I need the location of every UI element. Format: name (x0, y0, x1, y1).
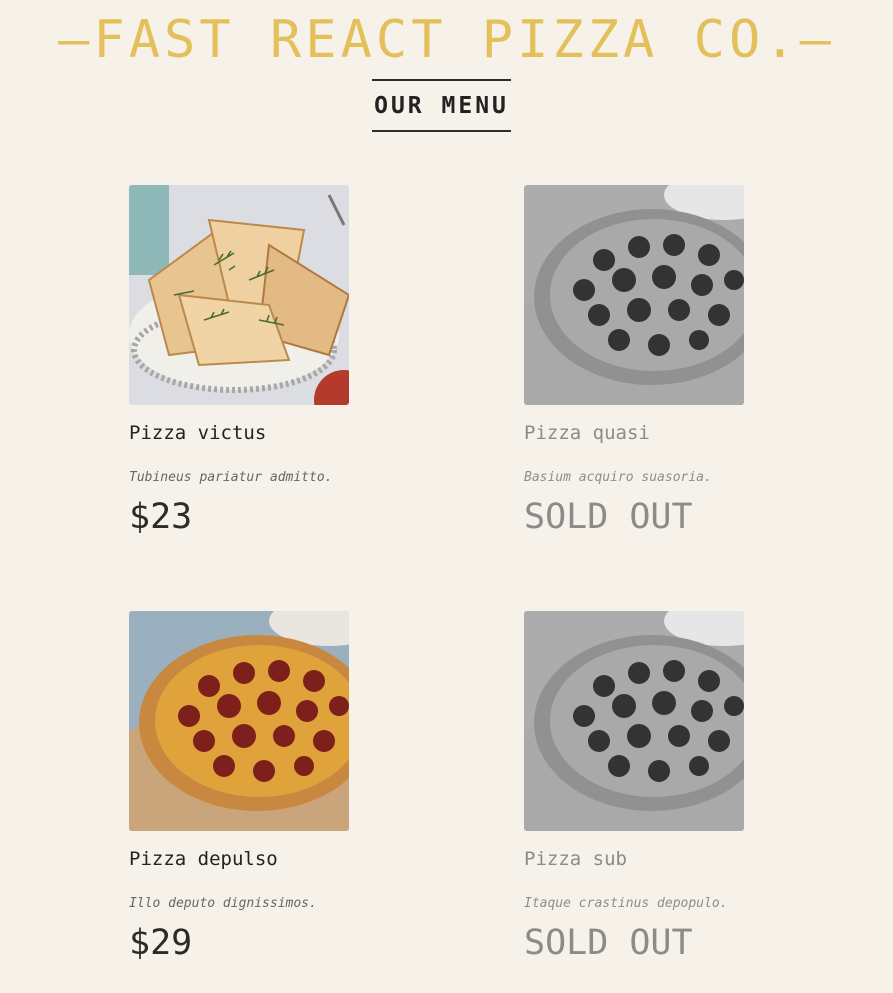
brand-title[interactable]: —FAST REACT PIZZA CO.— (0, 14, 893, 66)
item-name: Pizza sub (524, 848, 627, 870)
pepperoni-pizza-image (129, 611, 349, 831)
pepperoni-pizza-image (524, 611, 744, 831)
item-photo (129, 611, 349, 831)
item-description: Itaque crastinus depopulo. (524, 896, 728, 911)
sold-out-label: SOLD OUT (524, 923, 693, 963)
item-description: Tubineus pariatur admitto. (129, 470, 333, 485)
item-name: Pizza victus (129, 422, 267, 444)
item-photo (524, 185, 744, 405)
focaccia-image (129, 185, 349, 405)
item-photo (129, 185, 349, 405)
menu-item[interactable]: Pizza depulso Illo deputo dignissimos. $… (129, 611, 449, 971)
header: —FAST REACT PIZZA CO.— OUR MENU (0, 0, 893, 150)
menu-item[interactable]: Pizza quasi Basium acquiro suasoria. SOL… (524, 185, 844, 545)
item-description: Basium acquiro suasoria. (524, 470, 712, 485)
page-title: OUR MENU (372, 79, 511, 132)
menu-item[interactable]: Pizza victus Tubineus pariatur admitto. … (129, 185, 449, 545)
sold-out-label: SOLD OUT (524, 497, 693, 537)
menu-item[interactable]: Pizza sub Itaque crastinus depopulo. SOL… (524, 611, 844, 971)
pepperoni-pizza-image (524, 185, 744, 405)
item-description: Illo deputo dignissimos. (129, 896, 317, 911)
item-name: Pizza quasi (524, 422, 650, 444)
item-price: $29 (129, 923, 193, 963)
item-price: $23 (129, 497, 193, 537)
item-photo (524, 611, 744, 831)
item-name: Pizza depulso (129, 848, 278, 870)
